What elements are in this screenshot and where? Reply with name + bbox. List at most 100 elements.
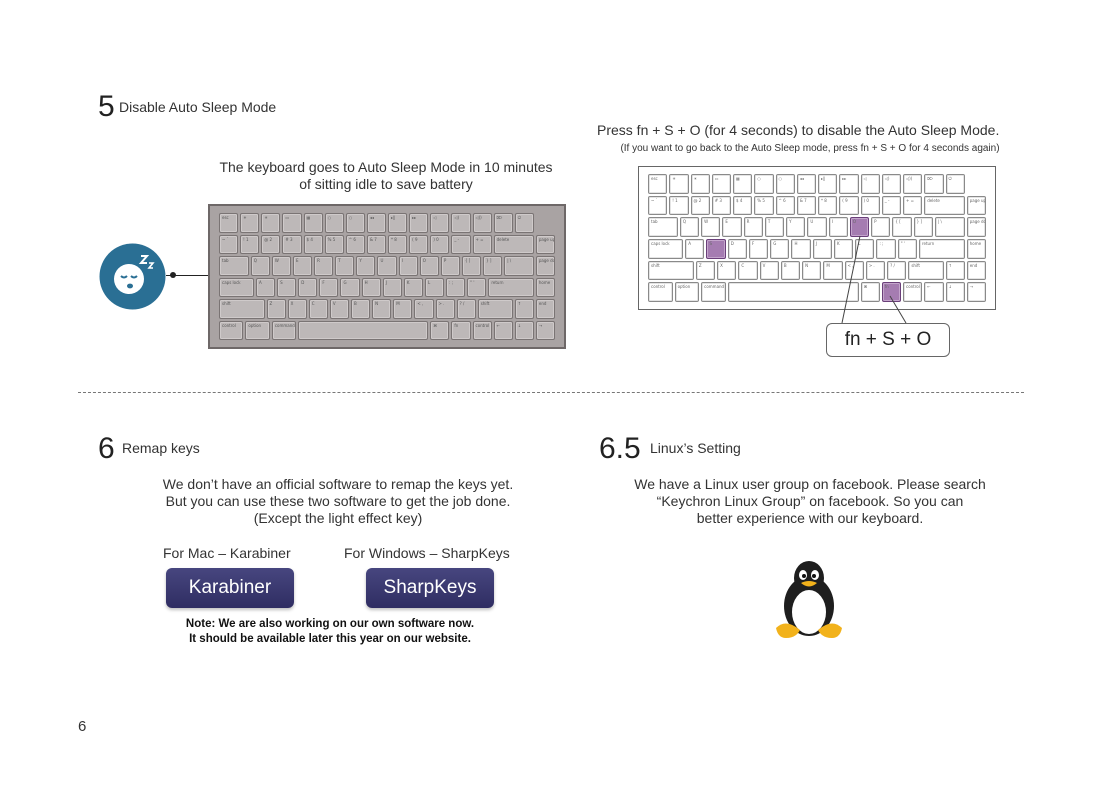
key-→: → [966, 282, 986, 302]
key-#-3: # 3 [711, 195, 731, 216]
key-end: end [535, 299, 555, 319]
key-esc: esc [648, 174, 668, 194]
key-▭: ▭ [282, 213, 302, 233]
key-▸‖: ▸‖ [818, 174, 838, 194]
remap-description: We don’t have an official software to re… [138, 476, 538, 527]
sleeping-face-icon [99, 243, 166, 310]
key-U: U [807, 217, 827, 237]
key-S: S [706, 239, 726, 259]
key-V: V [759, 260, 779, 281]
key-"-': " ' [467, 277, 487, 297]
key-Z: Z [266, 299, 286, 319]
key-◁): ◁) [881, 174, 901, 194]
key-page-down: page down [966, 217, 986, 237]
key-S: S [277, 277, 297, 297]
key-|-\: | \ [934, 217, 965, 237]
key-T: T [764, 217, 785, 237]
key-⌦: ⌦ [924, 174, 944, 194]
key-+-=: + = [472, 234, 492, 254]
key-}-]: } ] [483, 256, 503, 276]
key-@-2: @ 2 [261, 234, 281, 254]
key-U: U [377, 256, 397, 276]
key-end: end [966, 260, 986, 281]
key-○: ○ [754, 174, 774, 194]
key-{-[: { [ [461, 256, 482, 276]
karabiner-button[interactable]: Karabiner [166, 568, 294, 608]
sharpkeys-button[interactable]: SharpKeys [366, 568, 494, 608]
key-◁)): ◁)) [472, 213, 492, 233]
key-:-;: : ; [446, 277, 466, 297]
software-note-line-1: Note: We are also working on our own sof… [185, 618, 475, 630]
auto-sleep-description: The keyboard goes to Auto Sleep Mode in … [196, 159, 576, 193]
section-divider [78, 392, 1024, 393]
key-H: H [361, 277, 381, 297]
key-_--: _ - [451, 234, 471, 254]
key-shift: shift [648, 260, 694, 281]
key-H: H [791, 239, 811, 259]
key-◁)): ◁)) [903, 174, 923, 194]
page-number: 6 [78, 718, 87, 735]
remap-description-line-1: We don’t have an official software to re… [162, 476, 514, 492]
key-shift: shift [477, 299, 513, 319]
key-⏻: ⏻ [514, 213, 534, 233]
key-▦: ▦ [303, 213, 323, 233]
key-Q: Q [679, 217, 700, 237]
key-M: M [393, 299, 413, 319]
key-↓: ↓ [945, 282, 965, 302]
key-E: E [722, 217, 742, 237]
key-V: V [329, 299, 350, 319]
key-(-9: ( 9 [409, 234, 429, 254]
key-▸▸: ▸▸ [409, 213, 429, 233]
key-~-`: ~ ` [219, 234, 239, 254]
key->-.: > . [435, 299, 455, 319]
key-page-up: page up [535, 234, 555, 254]
key-A: A [685, 239, 705, 259]
key-D: D [298, 277, 318, 297]
key-↑: ↑ [514, 299, 534, 319]
key-control: control [472, 320, 492, 340]
key-B: B [351, 299, 371, 319]
key-▦: ▦ [733, 174, 753, 194]
key-G: G [340, 277, 360, 297]
remap-description-line-2: But you can use these two software to ge… [165, 493, 511, 509]
key-+-=: + = [903, 195, 923, 216]
windows-software-label: For Windows – SharpKeys [344, 545, 510, 561]
key-O: O [419, 256, 439, 276]
key-)-0: ) 0 [860, 195, 880, 216]
key-R: R [743, 217, 763, 237]
key-^-6: ^ 6 [775, 195, 795, 216]
section-6-5-number: 6.5 [599, 432, 641, 465]
key-caps-lock: caps lock [219, 277, 254, 297]
key-B: B [780, 260, 801, 281]
section-6-title: Remap keys [122, 440, 200, 456]
key-A: A [255, 277, 276, 297]
section-6-5-title: Linux’s Setting [650, 440, 741, 456]
key-↓: ↓ [514, 320, 534, 340]
key-Y: Y [356, 256, 376, 276]
key-return: return [918, 239, 965, 259]
key-J: J [812, 239, 832, 259]
key-☀: ☀ [261, 213, 281, 233]
key-F: F [748, 239, 769, 259]
key-I: I [398, 256, 418, 276]
key-D: D [727, 239, 747, 259]
mac-software-label: For Mac – Karabiner [163, 545, 291, 561]
key-◁: ◁ [860, 174, 880, 194]
key-←: ← [924, 282, 944, 302]
key-)-0: ) 0 [430, 234, 450, 254]
key-*-8: * 8 [818, 195, 838, 216]
key-X: X [717, 260, 737, 281]
key-$-4: $ 4 [303, 234, 323, 254]
section-5-title: Disable Auto Sleep Mode [119, 99, 277, 115]
key-Y: Y [786, 217, 806, 237]
key-control: control [219, 320, 244, 340]
key-home: home [535, 277, 555, 297]
key-!-1: ! 1 [240, 234, 260, 254]
fn-s-o-combo-label: fn + S + O [826, 323, 950, 357]
key-⌘: ⌘ [430, 320, 450, 340]
key-command: command [701, 282, 726, 302]
key-delete: delete [493, 234, 534, 254]
key-_--: _ - [881, 195, 901, 216]
key-home: home [966, 239, 986, 259]
key-tab: tab [219, 256, 249, 276]
